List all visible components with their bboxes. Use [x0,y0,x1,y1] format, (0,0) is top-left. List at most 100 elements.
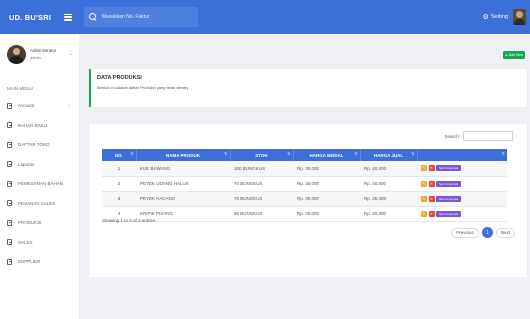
page-header-callout: DATA PRODUKSI Berikut ini adalah daftar … [89,69,527,107]
sidebar-item-label: DAFTAR TOKO [18,142,50,148]
edit-button[interactable]: ✎ [421,210,427,217]
cell-harga-jual: Rp. 40,000 [360,161,417,177]
sidebar-item-bahan-baku[interactable]: BAHAN BAKU [0,116,79,136]
cell-aksi: ✎ ✕ Set Komposisi [417,206,507,222]
pencil-icon: ✎ [422,196,426,201]
sidebar-item-produksi[interactable]: PRODUKSI [0,213,79,233]
page-description: Berikut ini adalah daftar Produksi yang … [97,85,189,90]
sidebar: Administrator admin ⌄ MAIN MENU Account … [0,34,79,319]
sort-icon: ⇅ [354,151,358,156]
sort-icon: ⇅ [501,151,505,156]
document-icon [7,141,12,148]
sort-icon: ⇅ [224,151,228,156]
delete-button[interactable]: ✕ [428,195,435,202]
avatar [7,44,26,64]
cell-stok: 80 BUNGKUS [230,206,293,222]
user-info: Administrator admin [30,48,57,60]
add-new-button[interactable]: + Add New [503,51,525,59]
sort-icon: ⇅ [130,151,134,156]
chevron-right-icon: › [68,102,70,109]
delete-button[interactable]: ✕ [428,210,435,217]
column-header-harga-modal[interactable]: HARGA MODAL ⇅ [293,149,361,161]
column-header-nama-produk[interactable]: NAMA PRODUK ⇅ [136,149,231,161]
topbar-right: ⚙ Setting [483,9,530,25]
document-icon [7,239,12,246]
document-icon [7,180,12,187]
pagination-previous[interactable]: Previous [451,227,479,238]
user-role: admin [30,55,41,60]
cell-aksi: ✎ ✕ Set Komposisi [417,176,507,192]
user-name: Administrator [30,48,57,53]
produksi-table: NO. ⇅ NAMA PRODUK ⇅ STOK ⇅ HARGA MODAL ⇅ HAR… [102,149,507,222]
sidebar-item-sales[interactable]: SALES [0,233,79,253]
menu-section-title: MAIN MENU [7,86,33,91]
add-new-label: Add New [508,53,523,57]
sidebar-item-label: PEMESANAN BAHAN [18,181,64,187]
document-icon [7,161,12,168]
column-header-no[interactable]: NO. ⇅ [102,149,137,161]
cell-nama-produk: PEYEK UDANG HALUS [136,176,230,192]
gear-icon: ⚙ [482,13,489,21]
cell-no: 3 [102,191,136,207]
document-icon [7,258,12,265]
sort-icon: ⇅ [287,151,291,156]
set-komposisi-button[interactable]: Set Komposisi [436,210,462,217]
sidebar-item-pemesanan-bahan[interactable]: PEMESANAN BAHAN [0,174,79,194]
trash-icon: ✕ [430,196,433,201]
pencil-icon: ✎ [422,181,426,186]
document-icon [7,219,12,226]
set-komposisi-button[interactable]: Set Komposisi [436,165,462,172]
plus-icon: + [505,52,508,58]
cell-harga-modal: Rp. 30,000 [293,191,360,207]
cell-aksi: ✎ ✕ Set Komposisi [417,161,507,177]
invoice-search-input[interactable] [102,14,192,20]
table-row: 2 PEYEK UDANG HALUS 70 BUNGKUS Rp. 30,00… [102,176,507,192]
column-header-stok[interactable]: STOK ⇅ [230,149,294,161]
table-row: 4 KRIPIK PISANG 80 BUNGKUS Rp. 35,000 Rp… [102,206,507,222]
setting-button[interactable]: ⚙ Setting [483,14,508,21]
sidebar-item-pesanan-sales[interactable]: PESANAN SALES [0,194,79,214]
sidebar-item-label: Account [18,103,35,109]
cell-harga-modal: Rp. 30,000 [293,176,360,192]
sidebar-item-label: Laporan [18,161,35,167]
sidebar-item-label: SUPPLIER [18,259,41,265]
brand-name[interactable]: UD. BU'SRI [9,13,51,22]
cell-stok: 100 BUNGKUS [230,161,293,177]
hamburger-menu-icon[interactable] [64,13,72,21]
delete-button[interactable]: ✕ [428,165,435,172]
document-icon [7,122,12,129]
column-header-harga-jual[interactable]: HARGA JUAL ⇅ [360,149,418,161]
table-header-row: NO. ⇅ NAMA PRODUK ⇅ STOK ⇅ HARGA MODAL ⇅ HAR… [102,149,507,161]
sidebar-item-laporan[interactable]: Laporan [0,155,79,175]
chevron-down-icon[interactable]: ⌄ [69,51,73,57]
edit-button[interactable]: ✎ [421,165,427,172]
cell-harga-jual: Rp. 40,000 [360,206,417,222]
user-icon [7,102,12,109]
pagination-page-1[interactable]: 1 [481,227,493,238]
set-komposisi-button[interactable]: Set Komposisi [436,180,462,187]
brand: UD. BU'SRI [0,0,79,34]
set-komposisi-button[interactable]: Set Komposisi [436,195,462,202]
table-info: Showing 1 to 4 of 4 entries [102,218,156,223]
edit-button[interactable]: ✎ [421,195,427,202]
table-search-input[interactable] [463,131,513,141]
sidebar-item-daftar-toko[interactable]: DAFTAR TOKO [0,135,79,155]
cell-harga-modal: Rp. 30,000 [293,161,360,177]
column-header-aksi[interactable]: ⇅ [417,149,507,161]
pencil-icon: ✎ [422,211,426,216]
table-search: Search: [444,131,513,141]
table-search-label: Search: [444,133,460,139]
sidebar-item-label: PRODUKSI [18,220,42,226]
edit-button[interactable]: ✎ [421,180,427,187]
pagination-next[interactable]: Next [495,227,515,238]
sidebar-item-supplier[interactable]: SUPPLIER [0,252,79,272]
user-panel[interactable]: Administrator admin ⌄ [0,34,79,68]
cell-nama-produk: PEYEK KACANG [136,191,230,207]
user-avatar-top[interactable] [513,9,526,25]
sidebar-item-account[interactable]: Account › [0,96,79,116]
document-icon [7,200,12,207]
trash-icon: ✕ [430,166,433,171]
sort-icon: ⇅ [411,151,415,156]
delete-button[interactable]: ✕ [428,180,435,187]
pagination: Previous 1 Next [451,227,515,238]
